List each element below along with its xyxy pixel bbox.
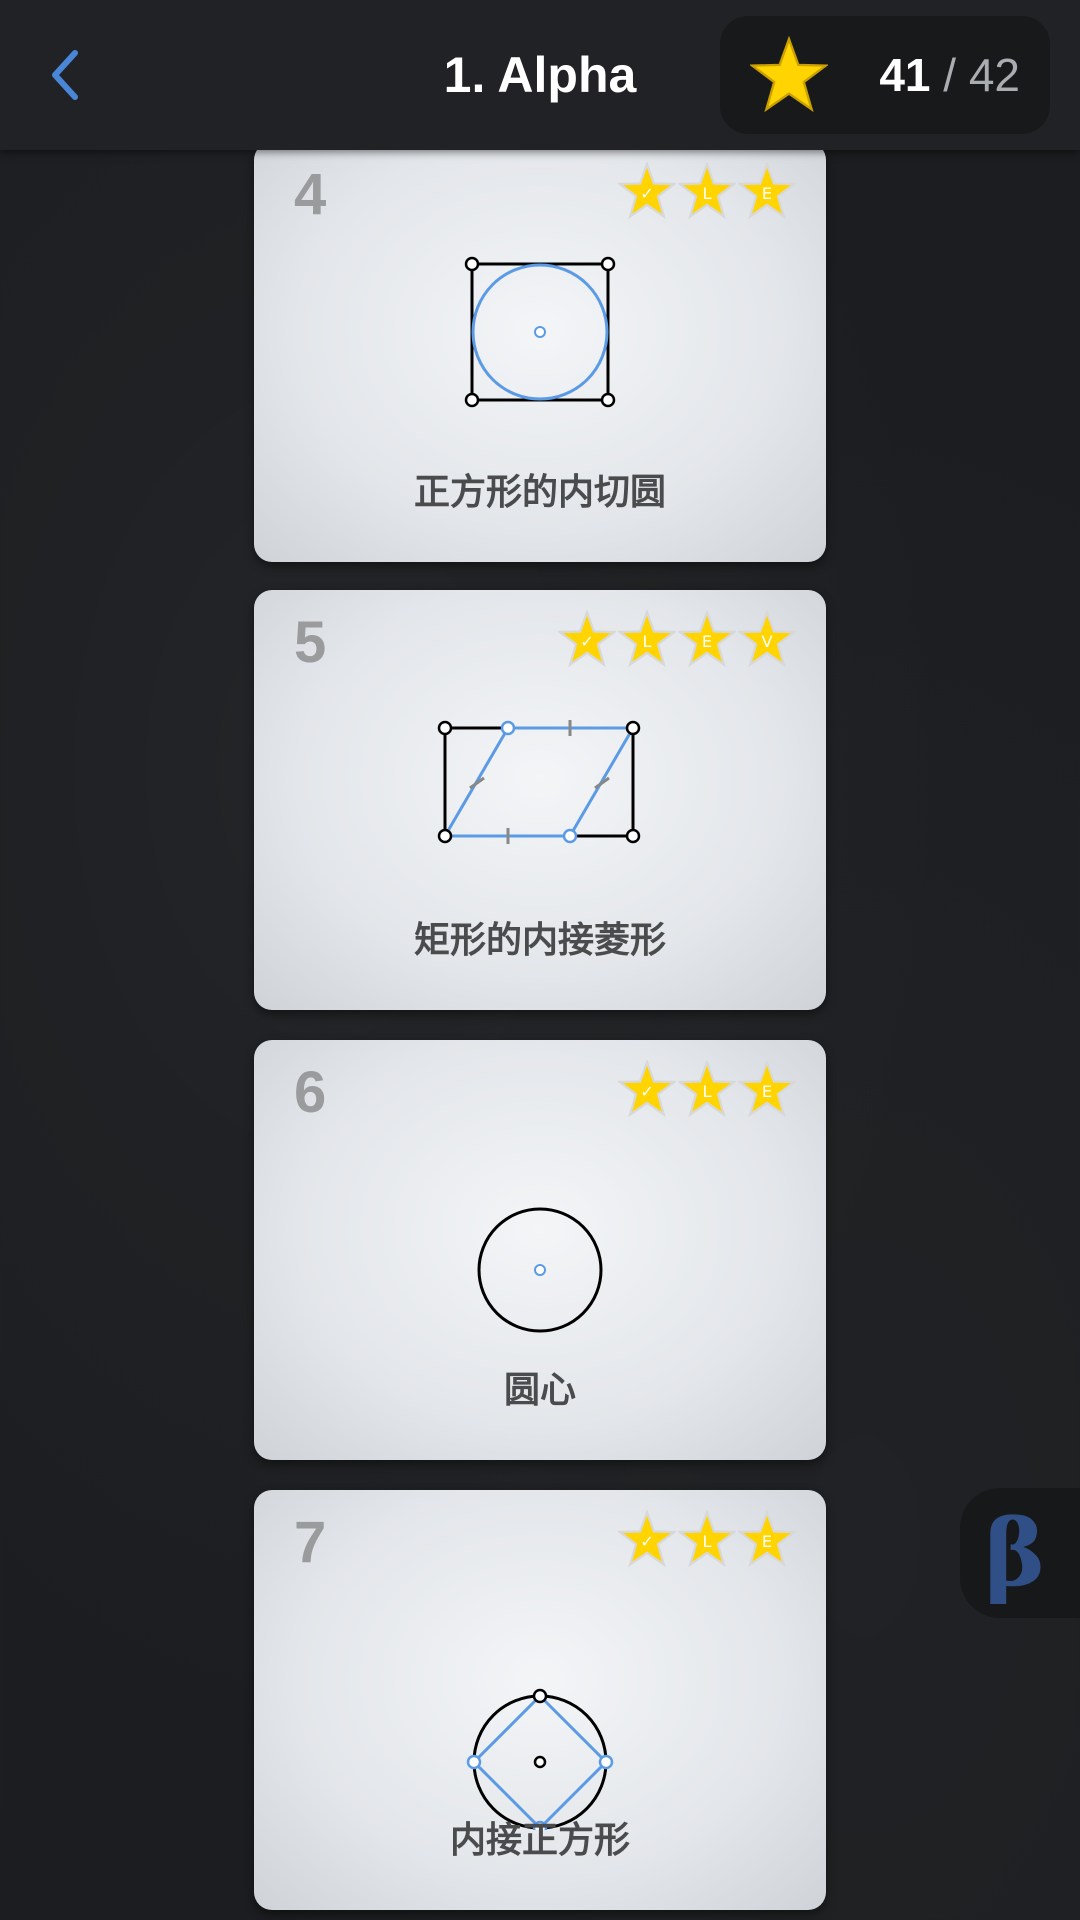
star-mark: ✓ bbox=[640, 1532, 654, 1551]
score-display: 41 / 42 bbox=[720, 16, 1050, 134]
star-mark: E bbox=[702, 632, 712, 651]
level-card-4[interactable]: 4 ✓ L E 正方形的内切圆 bbox=[254, 142, 826, 562]
star-icon: E bbox=[738, 162, 796, 220]
back-button[interactable] bbox=[30, 40, 100, 110]
star-mark: E bbox=[762, 184, 772, 203]
star-mark: L bbox=[702, 184, 711, 203]
star-mark: V bbox=[761, 632, 772, 651]
level-number: 4 bbox=[294, 162, 327, 227]
star-rating: ✓ L E V bbox=[558, 610, 796, 668]
level-title: 圆心 bbox=[503, 1369, 576, 1410]
star-rating: ✓ L E bbox=[618, 1060, 796, 1118]
page-title: 1. Alpha bbox=[443, 47, 637, 103]
level-card-7[interactable]: 7 ✓ L E 内接正方形 bbox=[254, 1490, 826, 1910]
star-icon: ✓ bbox=[618, 162, 676, 220]
top-bar: 1. Alpha 41 / 42 bbox=[0, 0, 1080, 150]
star-icon: L bbox=[678, 162, 736, 220]
star-rating: ✓ L E bbox=[618, 162, 796, 220]
star-mark: ✓ bbox=[640, 1082, 654, 1101]
star-icon: L bbox=[678, 1060, 736, 1118]
star-icon: E bbox=[678, 610, 736, 668]
score-total: 42 bbox=[968, 49, 1020, 101]
level-card-5[interactable]: 5 ✓ L E V 矩形的内接菱形 bbox=[254, 590, 826, 1010]
star-icon: L bbox=[618, 610, 676, 668]
level-title: 内接正方形 bbox=[449, 1819, 630, 1860]
star-icon: ✓ bbox=[558, 610, 616, 668]
star-icon: ✓ bbox=[618, 1510, 676, 1568]
star-icon: V bbox=[738, 610, 796, 668]
level-card-6[interactable]: 6 ✓ L E 圆心 bbox=[254, 1040, 826, 1460]
score-current: 41 bbox=[879, 49, 931, 101]
score-separator: / bbox=[943, 49, 957, 101]
star-mark: L bbox=[702, 1082, 711, 1101]
star-icon: ✓ bbox=[618, 1060, 676, 1118]
star-icon: E bbox=[738, 1060, 796, 1118]
star-icon: L bbox=[678, 1510, 736, 1568]
square-incircle-diagram bbox=[464, 256, 616, 408]
level-title: 矩形的内接菱形 bbox=[413, 919, 666, 960]
star-mark: L bbox=[642, 632, 651, 651]
circle-center-diagram bbox=[477, 1207, 603, 1333]
level-number: 7 bbox=[294, 1510, 327, 1575]
star-mark: ✓ bbox=[580, 632, 594, 651]
beta-label: β bbox=[984, 1499, 1046, 1607]
score-text: 41 / 42 bbox=[879, 38, 1020, 112]
star-mark: E bbox=[762, 1082, 772, 1101]
star-icon: E bbox=[738, 1510, 796, 1568]
chevron-left-icon bbox=[52, 50, 78, 100]
level-number: 5 bbox=[294, 610, 327, 675]
star-mark: E bbox=[762, 1532, 772, 1551]
level-title: 正方形的内切圆 bbox=[413, 471, 666, 512]
inscribed-square-diagram bbox=[466, 1688, 614, 1830]
star-mark: ✓ bbox=[640, 184, 654, 203]
star-mark: L bbox=[702, 1532, 711, 1551]
level-number: 6 bbox=[294, 1060, 327, 1125]
beta-button[interactable]: β bbox=[960, 1488, 1080, 1618]
star-rating: ✓ L E bbox=[618, 1510, 796, 1568]
rectangle-rhombus-diagram bbox=[437, 720, 641, 844]
star-icon bbox=[750, 36, 828, 113]
